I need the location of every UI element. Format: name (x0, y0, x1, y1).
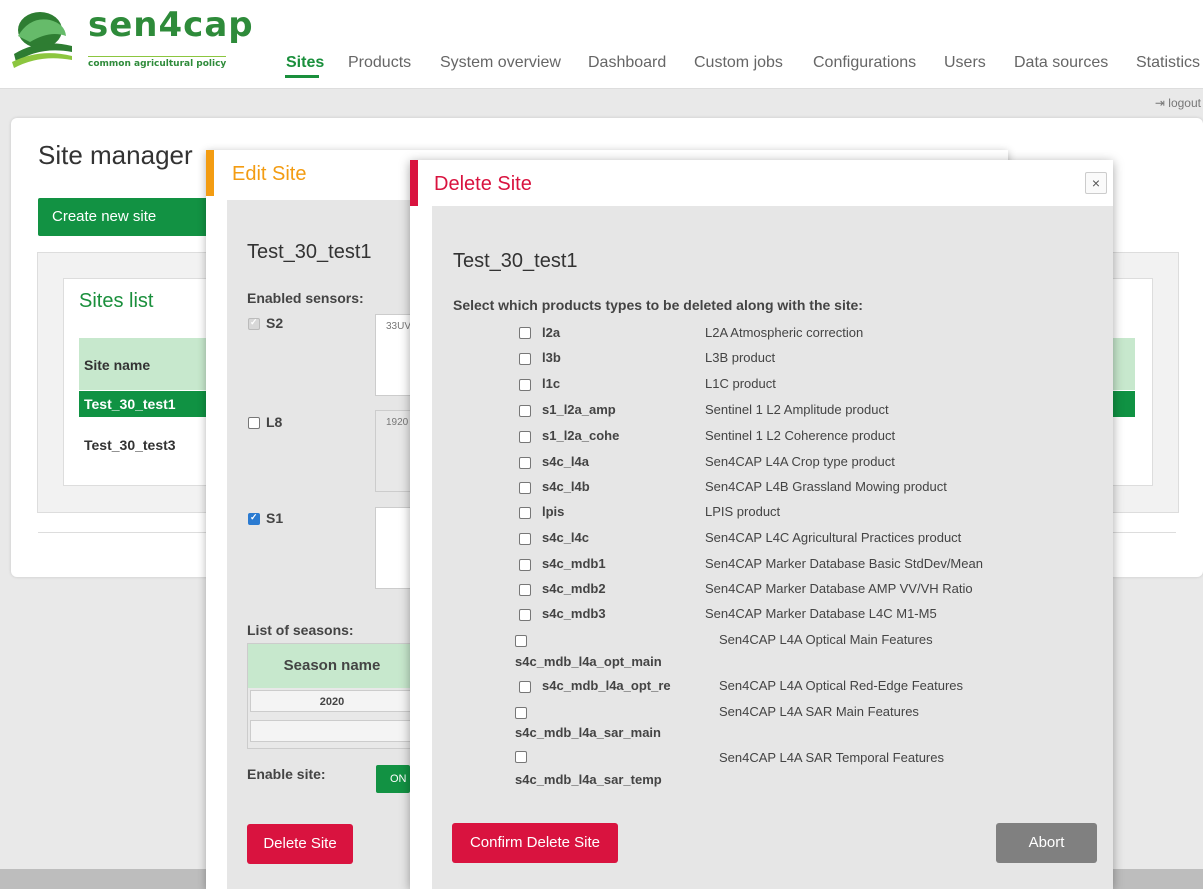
nav-statistics[interactable]: Statistics (1136, 54, 1200, 72)
product-type: l1c (542, 376, 561, 391)
nav-data-sources[interactable]: Data sources (1014, 54, 1108, 72)
column-season-name: Season name (248, 644, 416, 688)
logo-wordmark: sen4cap (88, 5, 254, 45)
product-checkbox-s4c-l4c[interactable] (519, 533, 531, 545)
product-checkbox-s1-l2a-cohe[interactable] (519, 431, 531, 443)
sensor-s1-label: S1 (266, 510, 284, 526)
product-desc: L2A Atmospheric correction (705, 325, 864, 340)
logout-link[interactable]: ⇥ logout (1155, 96, 1201, 110)
product-checkbox-s4c-mdb-l4a-opt-main[interactable] (515, 635, 527, 647)
product-checkbox-s1-l2a-amp[interactable] (519, 405, 531, 417)
nav-products[interactable]: Products (348, 54, 411, 72)
logo-tagline: common agricultural policy (88, 56, 227, 69)
column-site-name[interactable]: Site name (84, 357, 150, 373)
sensor-l8-checkbox[interactable] (248, 417, 260, 429)
product-desc: Sen4CAP L4B Grassland Mowing product (705, 479, 947, 494)
sites-list-title: Sites list (79, 290, 154, 312)
product-desc: Sen4CAP L4A Crop type product (705, 454, 895, 469)
product-type: s4c_mdb_l4a_opt_re (542, 678, 671, 693)
delete-site-button[interactable]: Delete Site (247, 824, 353, 864)
product-desc: Sen4CAP L4C Agricultural Practices produ… (705, 530, 962, 545)
enabled-sensors-label: Enabled sensors: (247, 290, 364, 306)
product-type: s4c_mdb_l4a_opt_main (515, 654, 662, 669)
product-type: lpis (542, 504, 565, 519)
product-checkbox-s4c-mdb-l4a-sar-main[interactable] (515, 707, 527, 719)
product-desc: Sen4CAP L4A Optical Red-Edge Features (719, 678, 964, 693)
delete-site-name: Test_30_test1 (453, 250, 578, 272)
product-type: s4c_l4a (542, 454, 589, 469)
product-checkbox-s4c-mdb3[interactable] (519, 609, 531, 621)
logout-icon: ⇥ (1154, 96, 1165, 110)
product-checkbox-l3b[interactable] (519, 353, 531, 365)
logo-icon (12, 12, 72, 68)
create-site-button[interactable]: Create new site (38, 198, 208, 236)
confirm-delete-button[interactable]: Confirm Delete Site (452, 823, 618, 863)
delete-modal-title: Delete Site (434, 173, 532, 195)
enable-site-toggle[interactable]: ON (376, 765, 410, 793)
product-type: s4c_l4c (542, 530, 589, 545)
app-header: sen4cap common agricultural policy Sites… (0, 0, 1203, 89)
product-type: l3b (542, 350, 561, 365)
sensor-s1-tiles[interactable] (375, 507, 415, 589)
page-title: Site manager (38, 140, 193, 170)
product-type: s4c_mdb1 (542, 556, 606, 571)
product-type: s4c_mdb3 (542, 606, 606, 621)
nav-configurations[interactable]: Configurations (813, 54, 916, 72)
edit-modal-accent (206, 150, 214, 196)
sensor-s2-label: S2 (266, 315, 284, 331)
sensor-l8-tiles[interactable]: 1920 (375, 410, 415, 492)
season-row-empty[interactable] (250, 720, 414, 742)
seasons-label: List of seasons: (247, 622, 354, 638)
product-checkbox-s4c-mdb1[interactable] (519, 559, 531, 571)
nav-dashboard[interactable]: Dashboard (588, 54, 666, 72)
delete-instruction: Select which products types to be delete… (453, 297, 863, 313)
sensor-l8-label: L8 (266, 414, 283, 430)
sensor-s1-checkbox[interactable] (248, 512, 260, 525)
edit-site-name: Test_30_test1 (247, 241, 372, 263)
product-checkbox-s4c-l4b[interactable] (519, 482, 531, 494)
delete-modal-accent (410, 160, 418, 206)
product-desc: Sen4CAP Marker Database L4C M1-M5 (705, 606, 937, 621)
product-type: s1_l2a_cohe (542, 428, 620, 443)
product-type: s1_l2a_amp (542, 402, 616, 417)
edit-modal-title: Edit Site (232, 163, 307, 185)
sensor-s2-tiles[interactable]: 33UV (375, 314, 415, 396)
product-type: s4c_l4b (542, 479, 590, 494)
product-desc: LPIS product (705, 504, 781, 519)
product-checkbox-s4c-mdb-l4a-opt-re[interactable] (519, 681, 531, 693)
product-desc: Sentinel 1 L2 Amplitude product (705, 402, 889, 417)
product-type: s4c_mdb2 (542, 581, 606, 596)
product-type: s4c_mdb_l4a_sar_temp (515, 772, 662, 787)
product-desc: L3B product (705, 350, 776, 365)
product-checkbox-s4c-l4a[interactable] (519, 457, 531, 469)
season-row[interactable]: 2020 (250, 690, 414, 712)
product-desc: Sen4CAP L4A SAR Main Features (719, 704, 919, 719)
close-icon[interactable]: × (1085, 172, 1107, 194)
product-type: l2a (542, 325, 561, 340)
product-checkbox-l1c[interactable] (519, 379, 531, 391)
nav-sites[interactable]: Sites (286, 54, 324, 72)
product-checkbox-l2a[interactable] (519, 327, 531, 339)
product-desc: Sentinel 1 L2 Coherence product (705, 428, 896, 443)
product-checkbox-lpis[interactable] (519, 507, 531, 519)
logout-label: logout (1168, 96, 1201, 110)
nav-users[interactable]: Users (944, 54, 986, 72)
product-desc: Sen4CAP Marker Database Basic StdDev/Mea… (705, 556, 983, 571)
product-desc: Sen4CAP L4A SAR Temporal Features (719, 750, 944, 765)
product-type: s4c_mdb_l4a_sar_main (515, 725, 661, 740)
enable-site-label: Enable site: (247, 766, 326, 782)
nav-system-overview[interactable]: System overview (440, 54, 561, 72)
abort-button[interactable]: Abort (996, 823, 1097, 863)
sensor-s2-checkbox[interactable] (248, 317, 260, 330)
nav-custom-jobs[interactable]: Custom jobs (694, 54, 783, 72)
table-cell-site-name[interactable]: Test_30_test1 (84, 396, 176, 412)
product-checkbox-s4c-mdb2[interactable] (519, 584, 531, 596)
product-desc: Sen4CAP Marker Database AMP VV/VH Ratio (705, 581, 973, 596)
product-desc: L1C product (705, 376, 776, 391)
table-cell-site-name[interactable]: Test_30_test3 (84, 437, 176, 453)
nav-active-indicator (285, 75, 319, 78)
product-desc: Sen4CAP L4A Optical Main Features (719, 632, 933, 647)
product-checkbox-s4c-mdb-l4a-sar-temp[interactable] (515, 751, 527, 763)
